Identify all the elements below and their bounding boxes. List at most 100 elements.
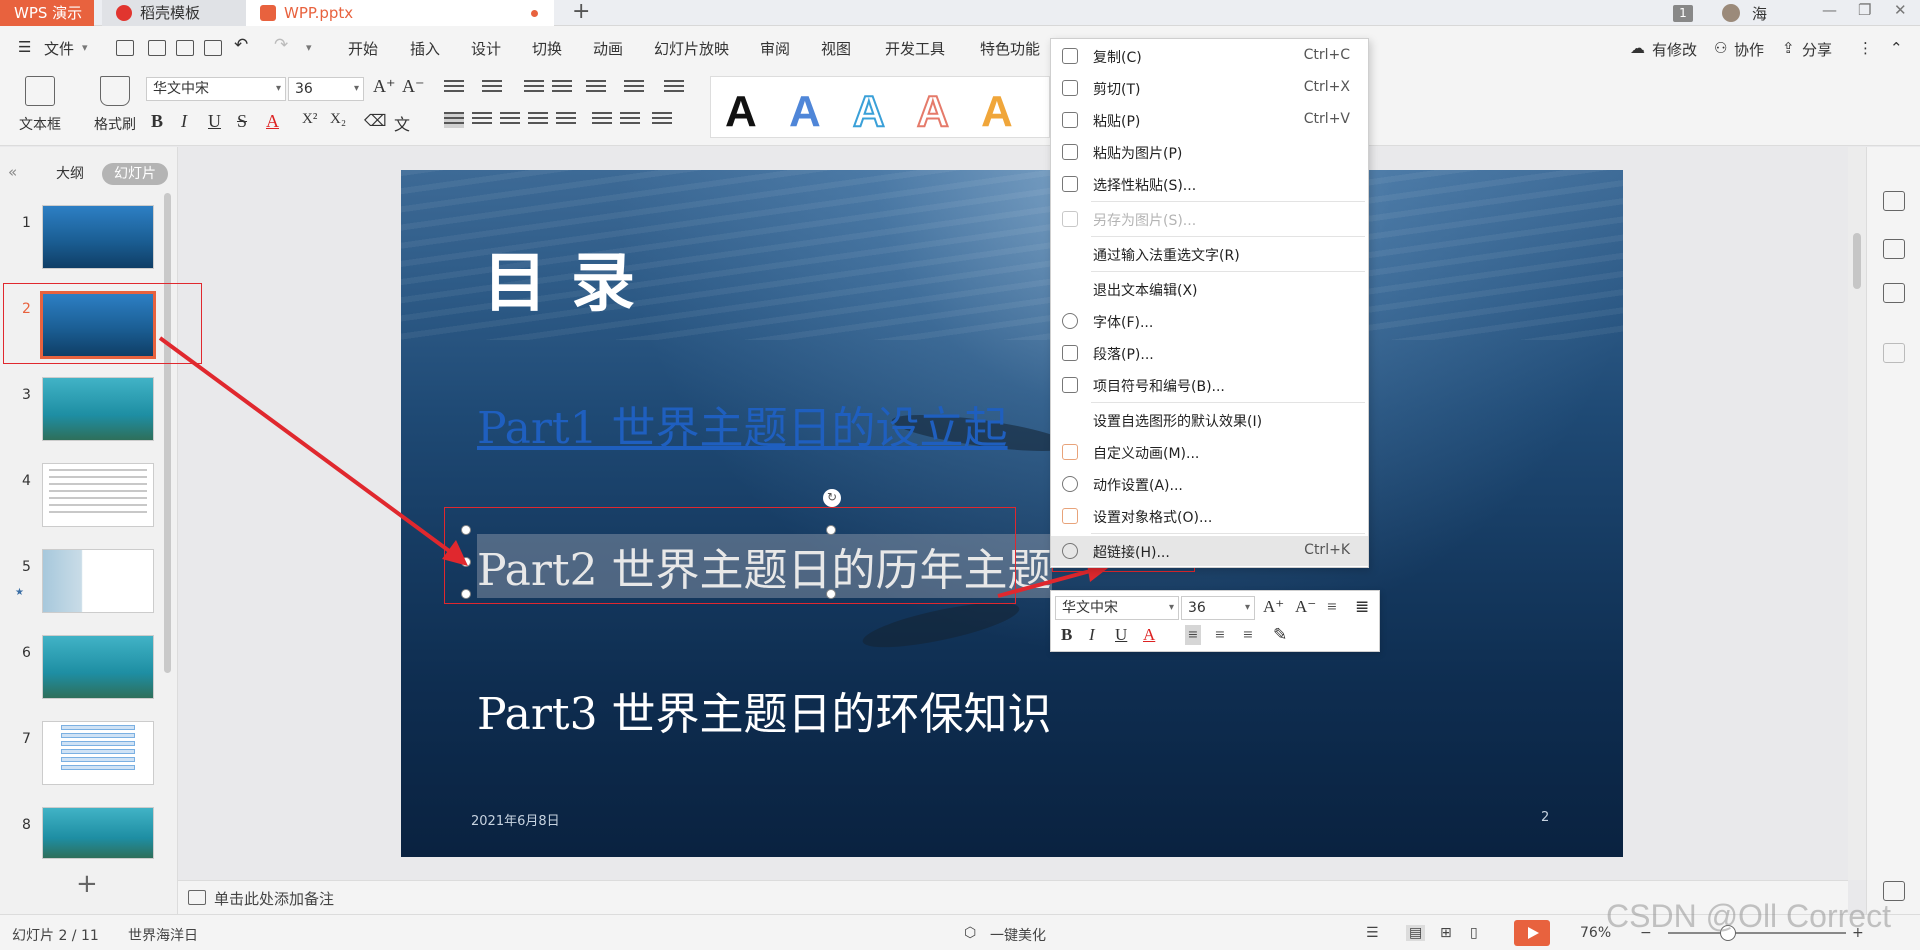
collapse-ribbon-icon[interactable]: ⌃ <box>1890 39 1903 57</box>
transition-pane-icon[interactable] <box>1883 283 1905 303</box>
align-center-icon[interactable] <box>472 112 492 128</box>
ctx-paragraph[interactable]: 段落(P)... <box>1051 338 1368 368</box>
menu-file[interactable]: 文件 <box>44 38 74 59</box>
slide-part1-link[interactable]: Part1 世界主题日的设立起 <box>477 392 1008 456</box>
bullet-list-icon[interactable] <box>444 80 464 96</box>
modified-status[interactable]: 有修改 <box>1652 39 1697 60</box>
ctx-hyperlink[interactable]: 超链接(H)... Ctrl+K <box>1051 536 1368 566</box>
wordart-style-outline-red[interactable]: A <box>916 86 950 137</box>
ctx-paste[interactable]: 粘贴(P) Ctrl+V <box>1051 105 1368 135</box>
ctx-object-format[interactable]: 设置对象格式(O)... <box>1051 501 1368 531</box>
tab-wpp-file[interactable]: WPP.pptx <box>246 0 554 26</box>
paragraph-spacing-icon[interactable] <box>620 112 640 128</box>
menu-item-design[interactable]: 设计 <box>471 38 501 59</box>
beautify-button[interactable]: 一键美化 <box>990 925 1046 945</box>
menu-item-start[interactable]: 开始 <box>348 38 378 59</box>
mini-font-color-button[interactable]: A <box>1143 625 1155 645</box>
ctx-default-shape-effect[interactable]: 设置自选图形的默认效果(I) <box>1051 405 1368 435</box>
slide-thumbnail-6[interactable] <box>42 635 154 699</box>
phonetic-icon[interactable]: 文 <box>394 111 410 135</box>
wordart-style-black[interactable]: A <box>725 87 757 137</box>
mini-align-center-icon[interactable]: ≡ <box>1215 625 1225 645</box>
increase-indent-icon[interactable] <box>552 80 572 96</box>
reading-view-icon[interactable]: ▯ <box>1470 925 1478 941</box>
notes-toggle-icon[interactable]: ☰ <box>1366 925 1379 941</box>
mini-align-right-icon[interactable]: ≡ <box>1243 625 1253 645</box>
slide-thumbnail-3[interactable] <box>42 377 154 441</box>
hamburger-icon[interactable]: ☰ <box>18 38 31 56</box>
font-family-select[interactable]: 华文中宋 <box>146 77 286 101</box>
mini-align-left-icon[interactable]: ≡ <box>1185 625 1201 645</box>
mini-italic-button[interactable]: I <box>1089 625 1095 645</box>
menu-item-view[interactable]: 视图 <box>821 38 851 59</box>
save-icon[interactable] <box>116 40 134 56</box>
play-slideshow-button[interactable] <box>1514 920 1550 946</box>
quick-access-more-icon[interactable]: ▾ <box>306 41 312 54</box>
ctx-paste-special[interactable]: 选择性粘贴(S)... <box>1051 169 1368 199</box>
mini-line-spacing-icon[interactable]: ≡ <box>1327 597 1337 617</box>
align-right-icon[interactable] <box>500 112 520 128</box>
decrease-font-icon[interactable]: A⁻ <box>402 76 425 97</box>
superscript-button[interactable]: X² <box>302 111 317 128</box>
tab-outline[interactable]: 大纲 <box>44 163 96 185</box>
ctx-copy[interactable]: 复制(C) Ctrl+C <box>1051 41 1368 71</box>
app-tab[interactable]: WPS 演示 <box>0 0 94 26</box>
collapse-panel-icon[interactable]: « <box>8 163 17 181</box>
menu-item-insert[interactable]: 插入 <box>410 38 440 59</box>
wordart-style-blue[interactable]: A <box>789 87 821 137</box>
menu-item-transition[interactable]: 切换 <box>532 38 562 59</box>
share-icon[interactable]: ⇪ <box>1782 39 1795 57</box>
slide-part3-text[interactable]: Part3 世界主题日的环保知识 <box>477 678 1052 742</box>
new-tab-button[interactable]: + <box>572 0 590 24</box>
spacing-more-icon[interactable] <box>652 112 672 128</box>
line-spacing-icon[interactable] <box>592 112 612 128</box>
chevron-down-icon[interactable]: ▾ <box>82 41 88 54</box>
mini-font-family-select[interactable]: 华文中宋 <box>1055 596 1179 620</box>
notes-placeholder[interactable]: 单击此处添加备注 <box>214 888 334 909</box>
distribute-icon[interactable] <box>556 112 576 128</box>
cube-icon[interactable] <box>1883 343 1905 363</box>
user-avatar[interactable] <box>1722 4 1740 22</box>
menu-item-review[interactable]: 审阅 <box>760 38 790 59</box>
format-painter-button[interactable]: 格式刷 <box>90 76 140 134</box>
bold-button[interactable]: B <box>151 111 163 132</box>
export-icon[interactable] <box>148 40 166 56</box>
beautify-icon[interactable]: ⬡ <box>964 925 976 941</box>
slide-thumbnail-8[interactable] <box>42 807 154 859</box>
font-color-button[interactable]: A <box>266 111 279 132</box>
collaborate-button[interactable]: 协作 <box>1734 39 1764 60</box>
align-text-icon[interactable] <box>664 80 684 96</box>
ctx-action-settings[interactable]: 动作设置(A)... <box>1051 469 1368 499</box>
columns-icon[interactable] <box>586 80 606 96</box>
mini-increase-font-icon[interactable]: A⁺ <box>1263 597 1284 617</box>
mini-underline-button[interactable]: U <box>1115 625 1127 645</box>
user-name[interactable]: 海 <box>1752 3 1767 24</box>
ctx-paste-as-image[interactable]: 粘贴为图片(P) <box>1051 137 1368 167</box>
undo-icon[interactable]: ↶ <box>234 35 248 55</box>
underline-button[interactable]: U <box>208 111 221 132</box>
justify-icon[interactable] <box>528 112 548 128</box>
wordart-style-outline-blue[interactable]: A <box>852 86 886 137</box>
mini-font-size-select[interactable]: 36 <box>1181 596 1255 620</box>
strikethrough-button[interactable]: S <box>237 111 247 132</box>
increase-font-icon[interactable]: A⁺ <box>373 76 396 97</box>
menu-item-slideshow[interactable]: 幻灯片放映 <box>654 38 729 59</box>
collaborate-icon[interactable]: ⚇ <box>1714 39 1727 57</box>
ctx-cut[interactable]: 剪切(T) Ctrl+X <box>1051 73 1368 103</box>
scroll-thumb[interactable] <box>1853 233 1861 289</box>
italic-button[interactable]: I <box>181 111 187 132</box>
ctx-bullets-numbering[interactable]: 项目符号和编号(B)... <box>1051 370 1368 400</box>
ctx-custom-animation[interactable]: 自定义动画(M)... <box>1051 437 1368 467</box>
rotate-handle-icon[interactable]: ↻ <box>823 489 841 507</box>
mini-format-painter-icon[interactable]: ✎ <box>1273 625 1287 645</box>
print-preview-icon[interactable] <box>204 40 222 56</box>
slide-thumbnail-1[interactable] <box>42 205 154 269</box>
ctx-exit-text-edit[interactable]: 退出文本编辑(X) <box>1051 274 1368 304</box>
text-direction-icon[interactable] <box>624 80 644 96</box>
notes-bar[interactable]: 单击此处添加备注 <box>178 880 1848 914</box>
add-slide-button[interactable]: + <box>76 869 98 899</box>
close-icon[interactable]: ✕ <box>1894 0 1907 20</box>
panel-scrollbar[interactable] <box>164 193 171 673</box>
more-options-icon[interactable]: ⋮ <box>1858 39 1873 57</box>
slide-thumbnail-7[interactable] <box>42 721 154 785</box>
